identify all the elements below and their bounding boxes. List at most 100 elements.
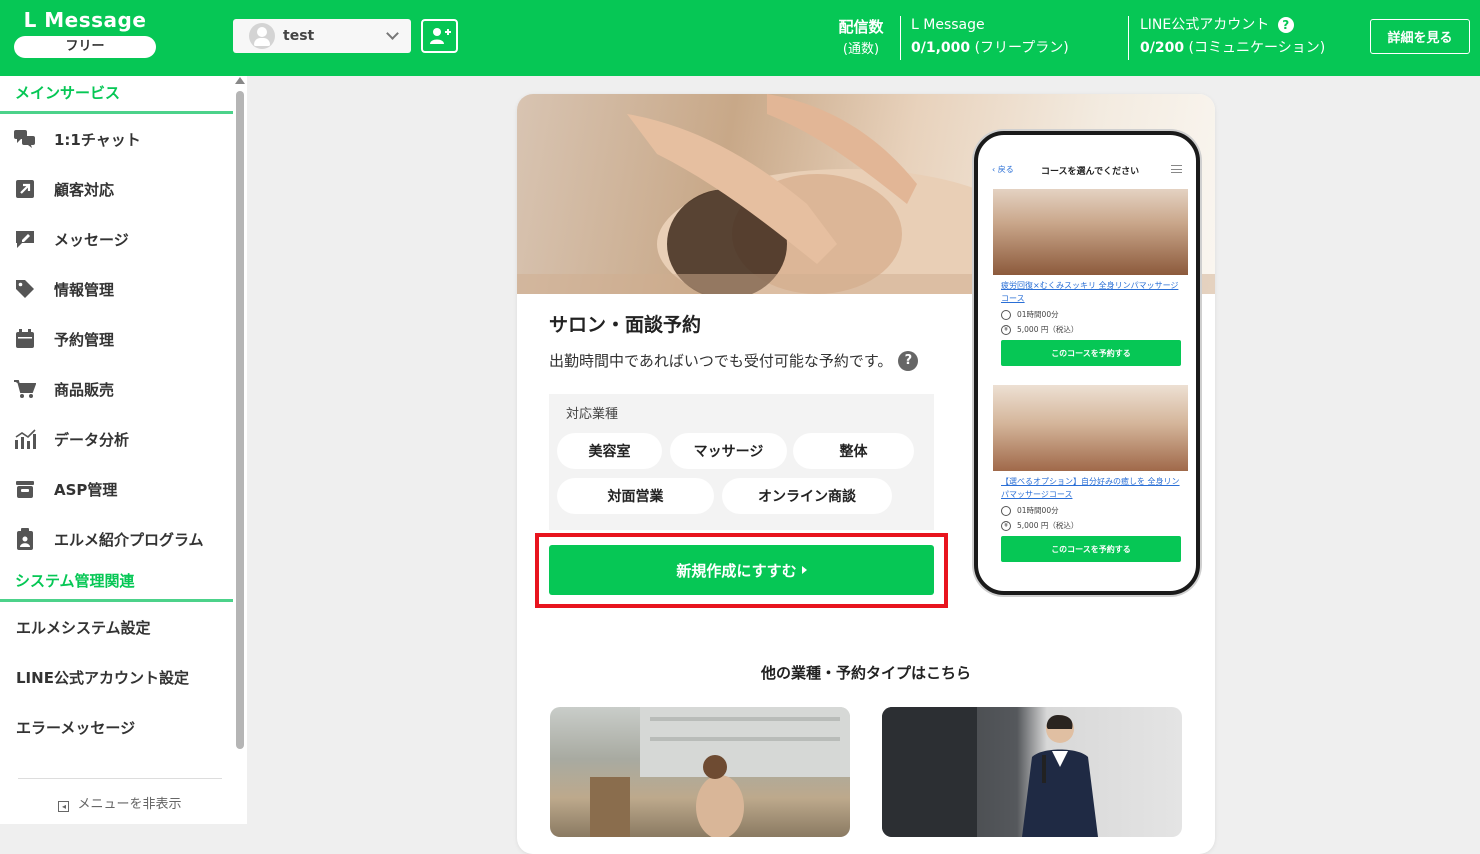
- tag-icon: [14, 278, 36, 300]
- delivery-count-label: 配信数 (通数): [833, 16, 889, 61]
- course-duration: 01時間00分: [993, 505, 1188, 516]
- create-new-label: 新規作成にすすむ: [676, 561, 797, 580]
- sidebar-item-message[interactable]: メッセージ: [0, 214, 233, 264]
- line-usage-count: 0/200: [1140, 40, 1185, 56]
- sidebar-item-label: 予約管理: [54, 330, 115, 349]
- delivery-sublabel: (通数): [842, 42, 880, 57]
- sidebar-item-customer[interactable]: 顧客対応: [0, 164, 233, 214]
- account-select[interactable]: test: [233, 19, 411, 53]
- line-usage-title: LINE公式アカウント: [1140, 17, 1270, 33]
- course-duration-text: 01時間00分: [1017, 506, 1059, 515]
- sidebar-item-line-settings[interactable]: LINE公式アカウント設定: [0, 652, 233, 702]
- course-image: [993, 189, 1188, 275]
- sidebar-item-referral[interactable]: エルメ紹介プログラム: [0, 514, 233, 564]
- course-price: ¥5,000 円（税込）: [993, 324, 1188, 335]
- chat-icon: [14, 128, 36, 150]
- sidebar-item-info[interactable]: 情報管理: [0, 264, 233, 314]
- hide-menu-label: メニューを非表示: [77, 797, 182, 812]
- clock-icon: [1001, 309, 1011, 320]
- description-text: 出勤時間中であればいつでも受付可能な予約です。: [549, 352, 893, 370]
- other-types-heading: 他の業種・予約タイプはこちら: [760, 664, 971, 682]
- hamburger-icon: [1171, 165, 1182, 173]
- course-duration: 01時間00分: [993, 309, 1188, 320]
- lmessage-usage: L Message 0/1,000 (フリープラン): [911, 14, 1069, 60]
- course-duration-text: 01時間00分: [1017, 310, 1059, 319]
- yen-icon: ¥: [1001, 324, 1011, 335]
- sidebar-item-system-settings[interactable]: エルメシステム設定: [0, 602, 233, 652]
- main-service-heading: メインサービス: [0, 76, 233, 114]
- yoga-thumbnail[interactable]: [550, 707, 850, 837]
- phone-preview: ‹ 戻る コースを選んでください 疲労回復×むくみスッキリ 全身リンパマッサージ…: [974, 131, 1200, 595]
- sidebar-item-label: エラーメッセージ: [16, 718, 136, 737]
- help-icon[interactable]: ?: [1277, 17, 1294, 33]
- sidebar-item-reservation[interactable]: 予約管理: [0, 314, 233, 364]
- sidebar-item-label: 情報管理: [54, 280, 115, 299]
- sidebar-item-sales[interactable]: 商品販売: [0, 364, 233, 414]
- asp-icon: [14, 478, 36, 500]
- sidebar: メインサービス 1:1チャット 顧客対応 メッセージ 情報管理 予約管理 商品販: [0, 76, 233, 824]
- sidebar-item-label: 顧客対応: [54, 180, 115, 199]
- phone-screen: ‹ 戻る コースを選んでください 疲労回復×むくみスッキリ 全身リンパマッサージ…: [986, 143, 1188, 583]
- industries-label: 対応業種: [566, 407, 619, 422]
- business-thumbnail[interactable]: [882, 707, 1182, 837]
- book-course-button: このコースを予約する: [1001, 340, 1181, 366]
- add-user-button[interactable]: [421, 19, 458, 53]
- line-usage-plan: (コミュニケーション): [1188, 40, 1326, 56]
- chevron-down-icon: [386, 27, 399, 40]
- caret-right-icon: [801, 566, 807, 574]
- book-course-button: このコースを予約する: [1001, 536, 1181, 562]
- phone-title: コースを選んでください: [1041, 167, 1140, 177]
- account-name: test: [283, 28, 315, 44]
- lmessage-usage-plan: (フリープラン): [974, 40, 1069, 56]
- industry-chip: 整体: [793, 433, 914, 469]
- details-button[interactable]: 詳細を見る: [1370, 19, 1470, 54]
- sidebar-item-label: メッセージ: [54, 230, 129, 249]
- system-heading: システム管理関連: [0, 564, 233, 602]
- scroll-thumb[interactable]: [236, 91, 244, 749]
- course-name: 疲労回復×むくみスッキリ 全身リンパマッサージコース: [1001, 281, 1179, 303]
- sidebar-item-label: ASP管理: [54, 480, 118, 499]
- lmessage-usage-count: 0/1,000: [911, 40, 971, 56]
- lmessage-usage-title: L Message: [911, 17, 985, 33]
- presenter-photo: [882, 707, 1098, 837]
- sidebar-item-asp[interactable]: ASP管理: [0, 464, 233, 514]
- sidebar-item-error-messages[interactable]: エラーメッセージ: [0, 702, 233, 752]
- clock-icon: [1001, 505, 1011, 516]
- calendar-icon: [14, 328, 36, 350]
- industries-box: 対応業種 美容室 マッサージ 整体 対面営業 オンライン商談: [549, 394, 934, 530]
- phone-back-label: 戻る: [997, 165, 1014, 174]
- course-price-text: 5,000 円（税込）: [1017, 521, 1079, 530]
- collapse-icon: ◂: [58, 801, 70, 812]
- sidebar-item-label: エルメ紹介プログラム: [54, 530, 204, 549]
- line-usage: LINE公式アカウント ? 0/200 (コミュニケーション): [1140, 14, 1325, 60]
- divider: [1128, 16, 1129, 60]
- sidebar-item-label: 商品販売: [54, 380, 115, 399]
- phone-nav-bar: ‹ 戻る コースを選んでください: [986, 161, 1188, 181]
- sidebar-item-analytics[interactable]: データ分析: [0, 414, 233, 464]
- clipboard-icon: [14, 528, 36, 550]
- sidebar-item-label: LINE公式アカウント設定: [16, 668, 189, 687]
- sidebar-scrollbar[interactable]: [233, 76, 247, 824]
- help-icon[interactable]: ?: [898, 350, 919, 371]
- add-user-icon: [429, 28, 451, 44]
- logo[interactable]: L Message フリー: [14, 8, 156, 58]
- message-edit-icon: [14, 228, 36, 250]
- industry-chip: オンライン商談: [722, 478, 892, 514]
- sidebar-item-label: データ分析: [54, 430, 130, 449]
- industry-chip: 美容室: [557, 433, 662, 469]
- course-image: [993, 385, 1188, 471]
- top-header: L Message フリー test 配信数 (通数) L Message 0/…: [0, 0, 1480, 76]
- sidebar-item-label: 1:1チャット: [54, 130, 141, 149]
- course-name: 【選べるオプション】自分好みの癒しを 全身リンパマッサージコース: [1001, 477, 1180, 499]
- chart-icon: [14, 428, 36, 450]
- delivery-label: 配信数: [838, 18, 884, 36]
- course-item: 【選べるオプション】自分好みの癒しを 全身リンパマッサージコース 01時間00分…: [993, 385, 1188, 562]
- hide-menu-button[interactable]: ◂ メニューを非表示: [18, 778, 222, 812]
- plan-badge: フリー: [14, 36, 156, 58]
- scroll-up-icon[interactable]: [235, 77, 245, 84]
- logo-text: L Message: [23, 8, 147, 32]
- divider: [900, 16, 901, 60]
- create-new-button[interactable]: 新規作成にすすむ: [549, 545, 934, 595]
- industry-chip: マッサージ: [670, 433, 787, 469]
- sidebar-item-chat[interactable]: 1:1チャット: [0, 114, 233, 164]
